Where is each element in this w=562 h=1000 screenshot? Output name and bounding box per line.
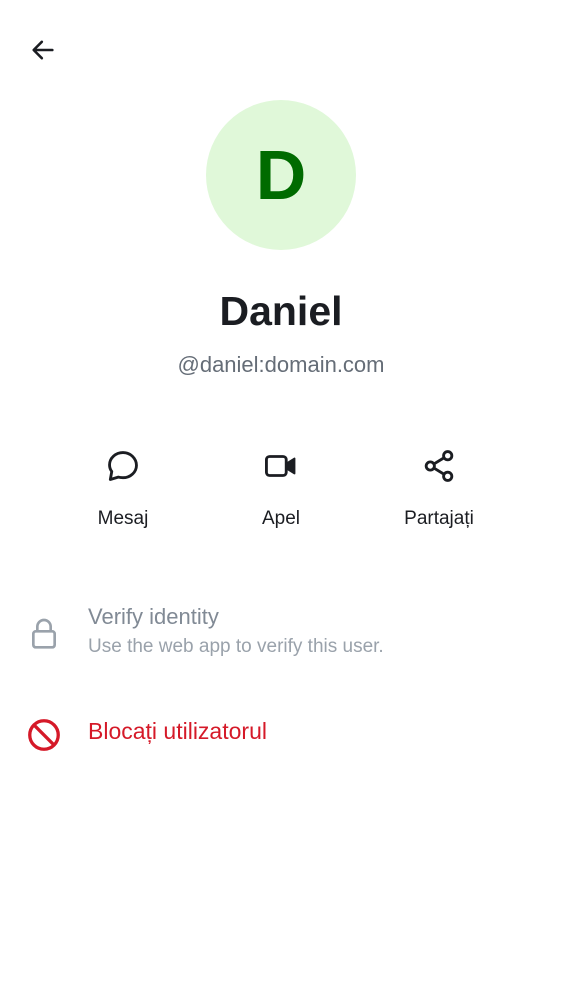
- video-camera-icon: [265, 455, 296, 477]
- block-icon: [28, 719, 60, 751]
- avatar: D: [206, 100, 356, 250]
- avatar-initial: D: [255, 136, 307, 214]
- lock-icon: [32, 618, 56, 649]
- block-user-row[interactable]: Blocați utilizatorul: [0, 714, 562, 756]
- action-bar: Mesaj Apel Partajați: [0, 440, 562, 550]
- call-button[interactable]: Apel: [201, 440, 361, 550]
- message-label: Mesaj: [97, 508, 149, 529]
- display-name: Daniel: [219, 288, 343, 334]
- back-button[interactable]: [19, 26, 67, 74]
- share-button[interactable]: Partajați: [359, 440, 519, 550]
- chat-bubble-icon: [108, 451, 138, 481]
- call-label: Apel: [261, 508, 301, 529]
- user-id: @daniel:domain.com: [177, 352, 385, 377]
- verify-identity-subtitle: Use the web app to verify this user.: [88, 636, 384, 657]
- share-label: Partajați: [404, 508, 474, 529]
- verify-identity-row[interactable]: Verify identity Use the web app to verif…: [0, 604, 562, 668]
- message-button[interactable]: Mesaj: [43, 440, 203, 550]
- verify-identity-title: Verify identity: [88, 604, 219, 629]
- arrow-left-icon: [32, 40, 54, 60]
- share-icon: [424, 450, 454, 482]
- block-user-label: Blocați utilizatorul: [88, 718, 267, 744]
